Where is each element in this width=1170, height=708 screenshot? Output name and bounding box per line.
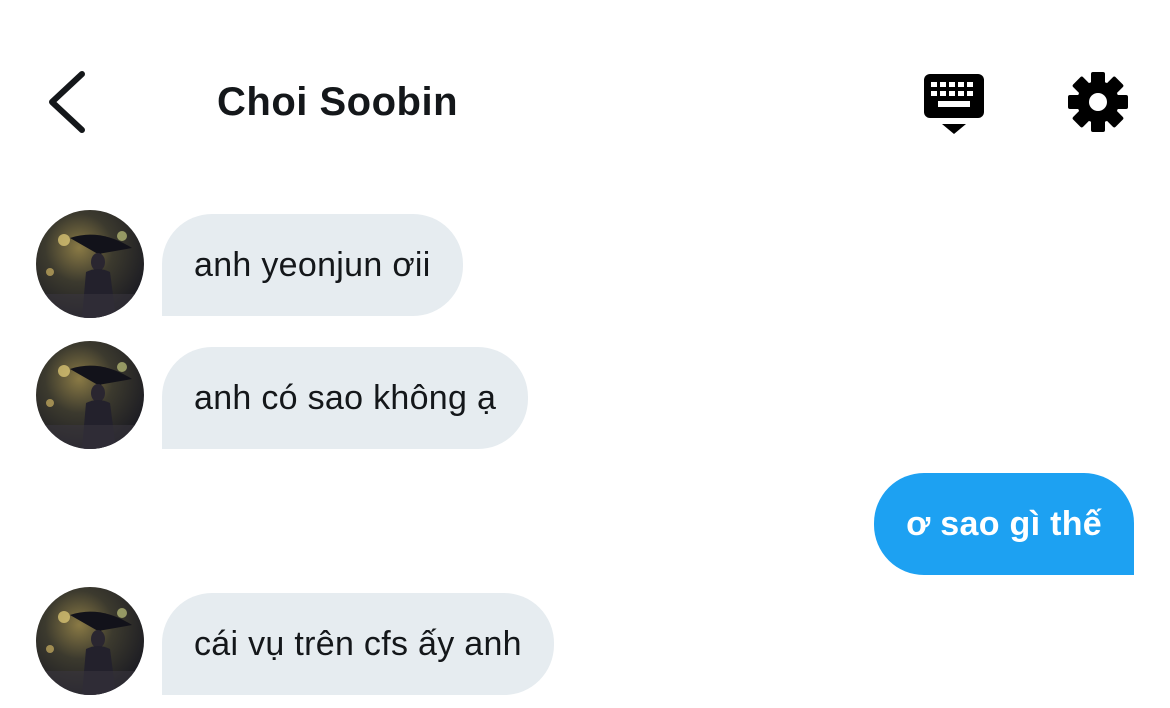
conversation-title[interactable]: Choi Soobin xyxy=(217,78,458,126)
message-text: cái vụ trên cfs ấy anh xyxy=(194,624,522,663)
message-bubble[interactable]: ơ sao gì thế xyxy=(874,473,1134,575)
avatar[interactable] xyxy=(36,210,144,318)
chevron-left-icon[interactable] xyxy=(40,66,96,138)
message-bubble[interactable]: anh yeonjun ơii xyxy=(162,214,463,316)
message-thread: anh yeonjun ơii anh có sao không ạ ơ sao… xyxy=(0,200,1170,708)
message-bubble[interactable]: anh có sao không ạ xyxy=(162,347,529,449)
avatar[interactable] xyxy=(36,587,144,695)
conversation-header: Choi Soobin xyxy=(0,0,1170,200)
message-text: anh có sao không ạ xyxy=(194,378,497,417)
keyboard-icon[interactable] xyxy=(920,70,988,136)
message-bubble[interactable]: cái vụ trên cfs ấy anh xyxy=(162,593,554,695)
gear-icon[interactable] xyxy=(1066,70,1130,134)
avatar[interactable] xyxy=(36,341,144,449)
message-text: anh yeonjun ơii xyxy=(194,245,431,284)
message-text: ơ sao gì thế xyxy=(906,504,1102,543)
